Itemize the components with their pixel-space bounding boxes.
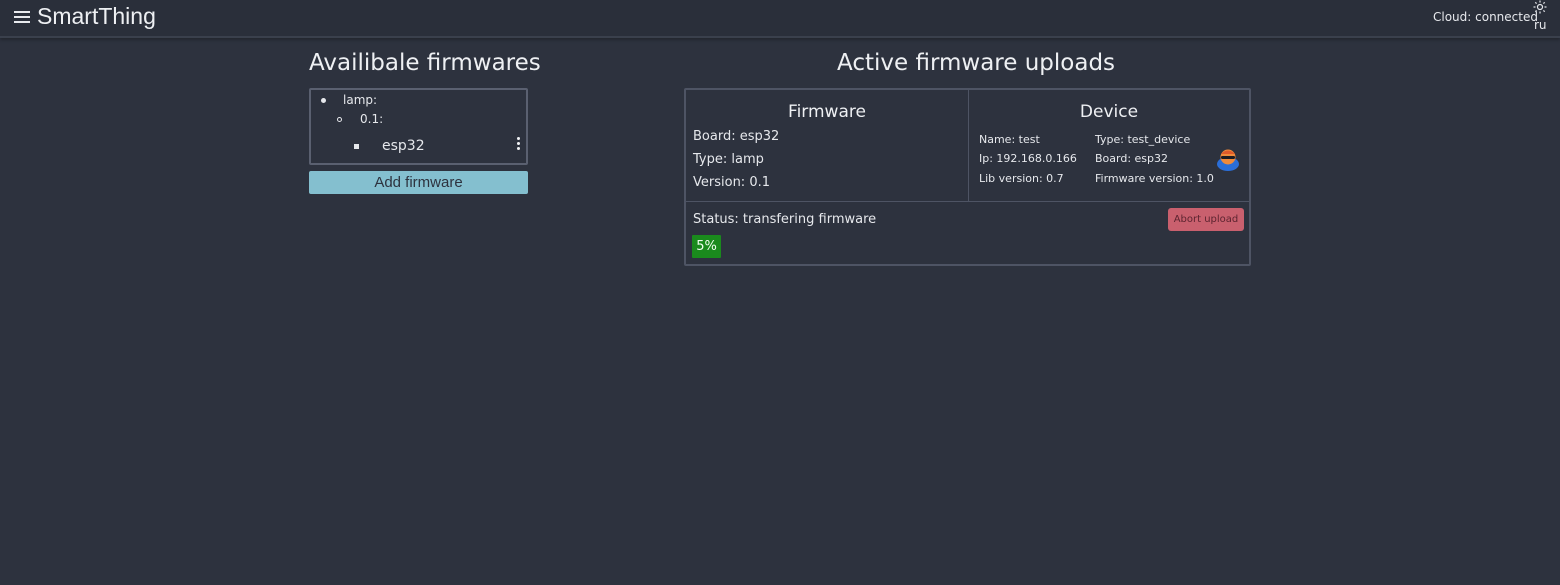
language-switch[interactable]: ru xyxy=(1534,18,1547,32)
device-firmware-version: Firmware version: 1.0 xyxy=(1095,172,1214,185)
device-name: Name: test xyxy=(979,133,1040,146)
upload-card: Firmware Board: esp32 Type: lamp Version… xyxy=(684,88,1251,266)
tree-item-type[interactable]: lamp: xyxy=(343,93,377,107)
device-avatar-icon xyxy=(1217,149,1239,171)
hamburger-menu-icon[interactable] xyxy=(14,11,30,23)
add-firmware-button[interactable]: Add firmware xyxy=(309,171,528,194)
upload-progress: 5% xyxy=(692,235,721,258)
active-uploads-title: Active firmware uploads xyxy=(837,50,1116,76)
firmware-version: Version: 0.1 xyxy=(693,175,770,190)
sun-icon[interactable] xyxy=(1533,0,1547,14)
device-lib-version: Lib version: 0.7 xyxy=(979,172,1064,185)
card-divider xyxy=(686,201,1249,202)
device-ip: Ip: 192.168.0.166 xyxy=(979,152,1077,165)
bullet-disc-icon xyxy=(321,98,326,103)
tree-item-board[interactable]: esp32 xyxy=(382,138,425,154)
more-options-icon[interactable] xyxy=(516,137,522,151)
bullet-circle-icon xyxy=(337,117,342,122)
firmware-board: Board: esp32 xyxy=(693,129,780,144)
firmware-type: Type: lamp xyxy=(693,152,764,167)
abort-upload-button[interactable]: Abort upload xyxy=(1168,208,1244,231)
app-title: SmartThing xyxy=(37,3,156,29)
tree-item-version[interactable]: 0.1: xyxy=(360,112,383,126)
device-board: Board: esp32 xyxy=(1095,152,1169,165)
upload-status: Status: transfering firmware xyxy=(693,212,877,227)
available-firmwares-title: Availibale firmwares xyxy=(309,50,541,76)
firmware-heading: Firmware xyxy=(788,102,866,122)
cloud-status: Cloud: connected xyxy=(1433,10,1538,24)
bullet-square-icon xyxy=(354,144,359,149)
top-bar: SmartThing Cloud: connected ru xyxy=(0,0,1560,38)
firmware-tree: lamp: 0.1: esp32 xyxy=(309,88,528,165)
device-type: Type: test_device xyxy=(1095,133,1191,146)
device-heading: Device xyxy=(1079,102,1139,122)
